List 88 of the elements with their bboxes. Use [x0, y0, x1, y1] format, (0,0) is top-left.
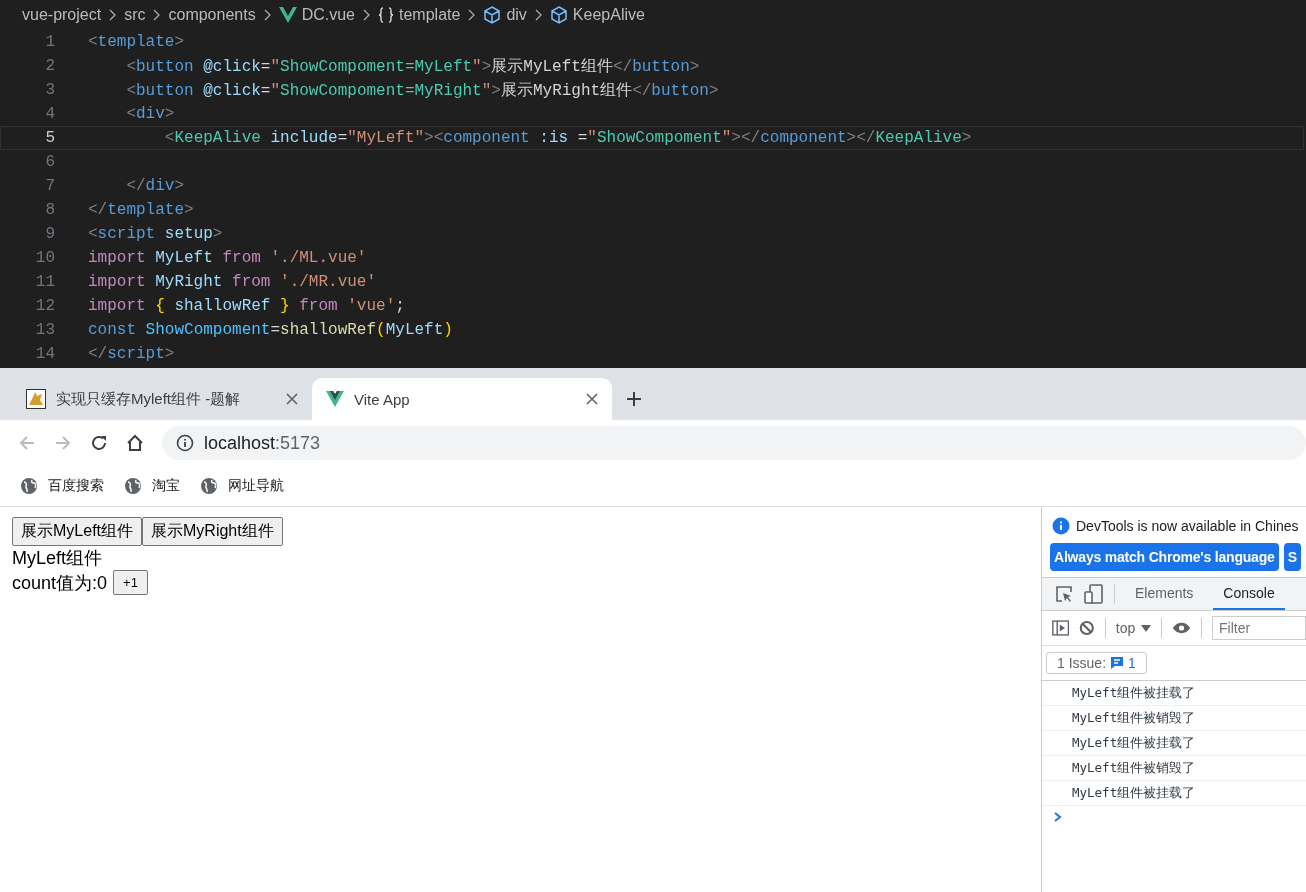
component-heading: MyLeft组件: [12, 547, 103, 570]
code-line: <KeepAlive include="MyLeft"><component :is ="ShowCompoment"></component></KeepAlive>: [163, 129, 972, 147]
code-line: </script>: [88, 345, 175, 363]
code-line: import { shallowRef } from 'vue';: [88, 297, 405, 315]
show-component-button[interactable]: 展示MyRight组件: [142, 517, 283, 546]
message-icon: [1110, 656, 1125, 670]
code-line: import MyLeft from './ML.vue': [88, 249, 367, 267]
breadcrumb-item[interactable]: KeepAlive: [549, 6, 645, 24]
info-icon: [176, 434, 194, 452]
line-number: 5: [44, 129, 56, 147]
code-line: </template>: [88, 201, 194, 219]
increment-button[interactable]: +1: [113, 570, 148, 595]
line-number: 11: [34, 273, 56, 291]
breadcrumb-item[interactable]: src: [124, 6, 146, 24]
console-log-line: MyLeft组件被销毁了: [1042, 706, 1306, 731]
cube-icon: [483, 6, 502, 24]
line-number: 13: [34, 321, 56, 339]
line-number: 8: [44, 201, 56, 219]
notice-text: DevTools is now available in Chines: [1076, 518, 1299, 534]
eye-icon[interactable]: [1172, 621, 1192, 635]
code-line: import MyRight from './MR.vue': [88, 273, 377, 291]
breadcrumb-item[interactable]: components: [168, 6, 256, 24]
inspect-icon[interactable]: [1054, 584, 1074, 604]
dropdown-caret-icon: [1141, 623, 1152, 633]
bookmark-item[interactable]: 网址导航: [200, 477, 284, 495]
line-number: 12: [34, 297, 56, 315]
show-component-button[interactable]: 展示MyLeft组件: [12, 517, 142, 546]
line-number: 2: [44, 57, 56, 75]
language-button[interactable]: S: [1283, 543, 1301, 571]
filter-field[interactable]: Filter: [1212, 616, 1306, 640]
home-icon[interactable]: [126, 434, 144, 452]
breadcrumb-item[interactable]: template: [378, 6, 461, 24]
cat-favicon-icon: [26, 389, 46, 409]
chevron-icon: [109, 9, 117, 21]
chevron-icon: [468, 9, 476, 21]
globe-icon: [20, 477, 38, 495]
sidebar-icon[interactable]: [1052, 619, 1070, 637]
vue-logo-icon: [326, 391, 344, 407]
chevron-icon: [534, 9, 542, 21]
chevron-icon: [263, 9, 271, 21]
device-icon[interactable]: [1084, 584, 1104, 604]
globe-icon: [200, 477, 218, 495]
address-bar[interactable]: localhost:5173: [162, 426, 1306, 460]
breadcrumb-item[interactable]: vue-project: [22, 6, 102, 24]
code-line: <div>: [125, 105, 175, 123]
language-button[interactable]: Always match Chrome's language: [1050, 543, 1279, 571]
line-number: 6: [44, 153, 56, 171]
prompt-icon[interactable]: [1054, 812, 1062, 822]
vue-logo-icon: [278, 7, 297, 23]
cube-icon: [549, 6, 568, 24]
line-number: 3: [44, 81, 56, 99]
code-line: <script setup>: [88, 225, 223, 243]
close-icon[interactable]: [586, 393, 598, 405]
devtools-tab[interactable]: Console: [1213, 578, 1285, 610]
code-line: <button @click="ShowCompoment=MyLeft">展示MyLeft组件</button>: [125, 56, 700, 77]
console-log-line: MyLeft组件被销毁了: [1042, 756, 1306, 781]
reload-icon[interactable]: [90, 434, 108, 452]
close-icon[interactable]: [286, 393, 298, 405]
line-number: 7: [44, 177, 56, 195]
chevron-icon: [363, 9, 370, 21]
devtools-tab[interactable]: Elements: [1125, 578, 1204, 610]
issues-button[interactable]: 1 Issue: 1: [1046, 652, 1147, 674]
browser-tab[interactable]: Vite App: [312, 378, 612, 420]
globe-icon: [124, 477, 142, 495]
new-tab-icon[interactable]: [626, 391, 642, 407]
clear-icon[interactable]: [1079, 619, 1095, 637]
code-line: const ShowCompoment=shallowRef(MyLeft): [88, 321, 453, 339]
console-log-line: MyLeft组件被挂载了: [1042, 781, 1306, 806]
bookmark-item[interactable]: 淘宝: [124, 477, 180, 495]
breadcrumb-item[interactable]: div: [483, 6, 527, 24]
line-number: 9: [44, 225, 56, 243]
browser-tab[interactable]: 实现只缓存Myleft组件 -题解: [12, 378, 312, 420]
count-text: count值为:0: [12, 571, 108, 595]
breadcrumb-item[interactable]: DC.vue: [278, 6, 355, 24]
console-log-line: MyLeft组件被挂载了: [1042, 731, 1306, 756]
code-line: <button @click="ShowCompoment=MyRight">展示MyRight组件</button>: [125, 80, 719, 101]
chevron-icon: [153, 9, 161, 21]
code-line: <template>: [88, 33, 185, 51]
braces-icon: [378, 7, 394, 23]
line-number: 14: [34, 345, 56, 363]
line-number: 1: [44, 33, 56, 51]
info-icon: [1052, 517, 1070, 535]
context-selector[interactable]: top: [1115, 620, 1152, 636]
console-log-line: MyLeft组件被挂载了: [1042, 681, 1306, 706]
line-number: 4: [44, 105, 56, 123]
bookmark-item[interactable]: 百度搜索: [20, 477, 104, 495]
code-line: </div>: [125, 177, 185, 195]
line-number: 10: [34, 249, 56, 267]
